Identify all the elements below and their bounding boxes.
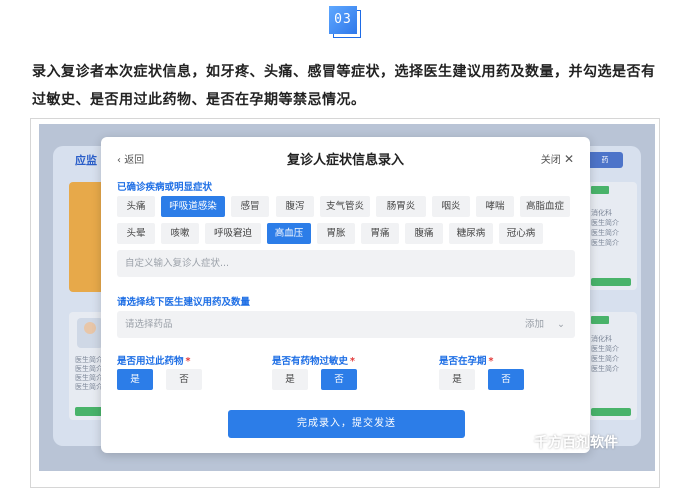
symptom-entry-dialog: ‹ 返回 复诊人症状信息录入 关闭 ✕ 已确诊疾病或明显症状 头痛 呼吸道感染 …: [101, 137, 590, 453]
step-number-badge: 03: [329, 6, 361, 38]
pregnancy-no-option[interactable]: 否: [488, 369, 524, 390]
dialog-title: 复诊人症状信息录入: [286, 153, 404, 168]
background-doctor-card-right: 消化科 医生简介 医生简介 医生简介: [587, 182, 637, 290]
doctor-avatar: [77, 318, 103, 348]
symptom-chip[interactable]: 呼吸道感染: [161, 196, 225, 217]
used-drug-yes-option[interactable]: 是: [117, 369, 153, 390]
drug-label: 请选择线下医生建议用药及数量: [117, 297, 251, 308]
allergy-no-option[interactable]: 否: [321, 369, 357, 390]
question-allergy-label: 是否有药物过敏史 *: [272, 356, 355, 367]
symptoms-label: 已确诊疾病或明显症状: [117, 182, 213, 193]
drug-select[interactable]: 请选择药品 添加 ⌄: [117, 311, 575, 338]
symptom-chip[interactable]: 咳嗽: [161, 223, 199, 244]
symptom-chip[interactable]: 糖尿病: [449, 223, 493, 244]
watermark: 千方百剂软件: [512, 432, 618, 452]
symptom-chip[interactable]: 胃痛: [361, 223, 399, 244]
symptom-chip[interactable]: 感冒: [231, 196, 269, 217]
question-used-drug-label: 是否用过此药物 *: [117, 356, 191, 367]
intro-text: 录入复诊者本次症状信息，如牙疼、头痛、感冒等症状，选择医生建议用药及数量，并勾选…: [32, 64, 656, 108]
symptom-chip[interactable]: 咽炎: [432, 196, 470, 217]
wechat-icon: [512, 435, 530, 449]
symptom-chip[interactable]: 哮喘: [476, 196, 514, 217]
close-button[interactable]: 关闭 ✕: [541, 151, 574, 166]
allergy-yes-option[interactable]: 是: [272, 369, 308, 390]
background-title: 应监: [75, 154, 97, 167]
chevron-down-icon: ⌄: [557, 319, 565, 330]
custom-symptom-input[interactable]: 自定义输入复诊人症状...: [117, 250, 575, 277]
symptom-chip[interactable]: 支气管炎: [320, 196, 370, 217]
add-drug-button[interactable]: 添加: [525, 319, 544, 330]
question-pregnancy-label: 是否在孕期 *: [439, 356, 494, 367]
symptom-chip[interactable]: 头晕: [117, 223, 155, 244]
symptom-chip[interactable]: 高血压: [267, 223, 311, 244]
used-drug-no-option[interactable]: 否: [166, 369, 202, 390]
close-icon: ✕: [563, 152, 574, 166]
symptom-chip[interactable]: 肠胃炎: [376, 196, 426, 217]
background-doctor-card-right: 消化科 医生简介 医生简介 医生简介: [587, 312, 637, 420]
pregnancy-yes-option[interactable]: 是: [439, 369, 475, 390]
symptom-chip[interactable]: 腹泻: [276, 196, 314, 217]
symptom-chip[interactable]: 冠心病: [499, 223, 543, 244]
symptom-chip[interactable]: 头痛: [117, 196, 155, 217]
background-right-badge: 药: [587, 152, 623, 168]
symptom-chip[interactable]: 胃胀: [317, 223, 355, 244]
symptom-chip[interactable]: 呼吸窘迫: [205, 223, 261, 244]
step-number: 03: [329, 6, 357, 34]
symptom-chip[interactable]: 腹痛: [405, 223, 443, 244]
symptom-chip[interactable]: 高脂血症: [520, 196, 570, 217]
submit-button[interactable]: 完成录入，提交发送: [228, 410, 465, 438]
